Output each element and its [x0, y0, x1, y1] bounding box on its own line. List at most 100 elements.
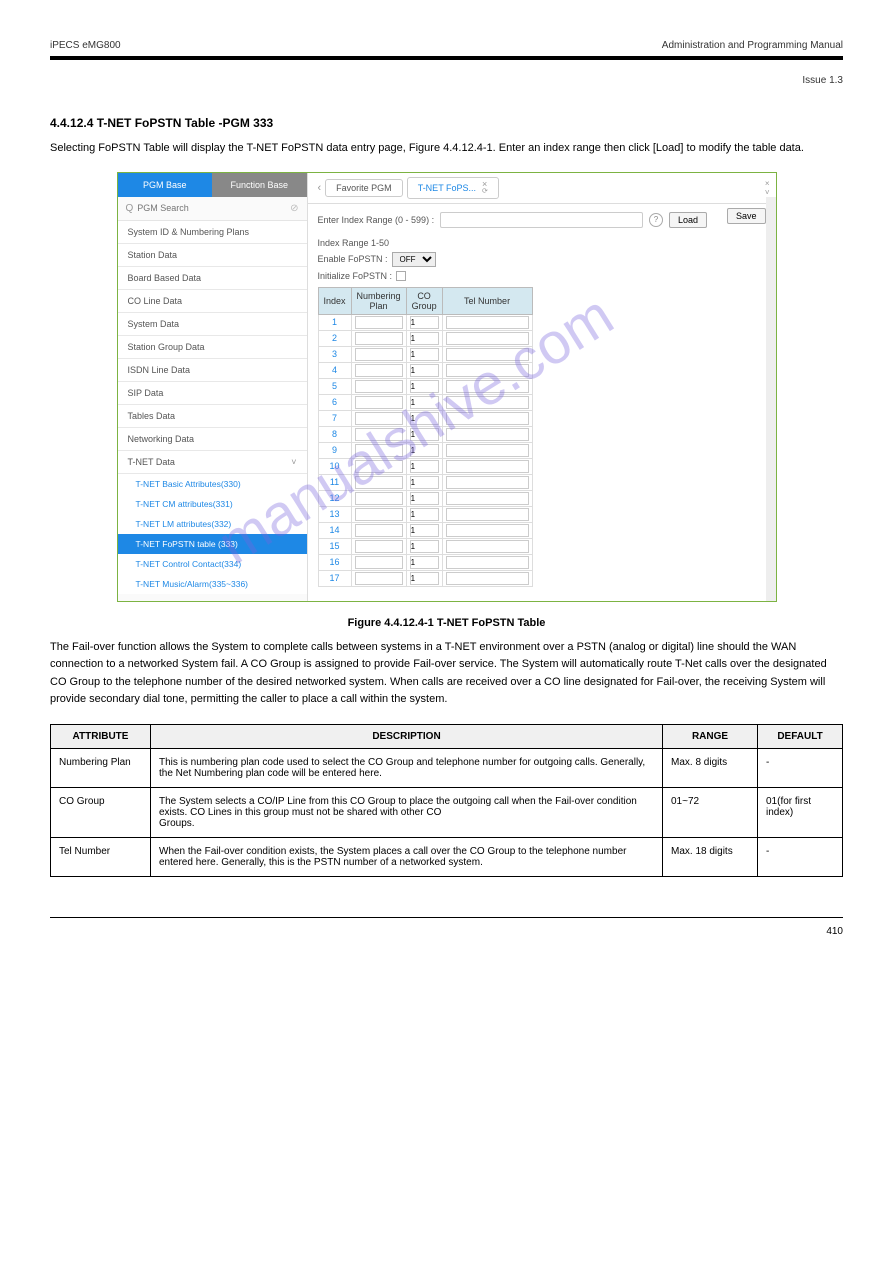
numbering-plan-input[interactable] — [355, 316, 403, 329]
sidebar-item-tnet[interactable]: T-NET Data — [118, 451, 307, 474]
numbering-plan-input[interactable] — [355, 524, 403, 537]
tel-number-input[interactable] — [446, 476, 529, 489]
numbering-plan-input[interactable] — [355, 412, 403, 425]
favorite-pgm-tab[interactable]: Favorite PGM — [325, 179, 403, 197]
co-group-input[interactable] — [410, 380, 439, 393]
co-group-input[interactable] — [410, 412, 439, 425]
numbering-plan-input[interactable] — [355, 556, 403, 569]
co-group-input[interactable] — [410, 460, 439, 473]
tab-function-base[interactable]: Function Base — [212, 173, 307, 197]
sidebar-item-coline[interactable]: CO Line Data — [118, 290, 307, 313]
help-icon[interactable]: ? — [649, 213, 663, 227]
chevron-left-icon[interactable]: ‹ — [314, 182, 326, 194]
close-icon[interactable]: ×⟳ — [482, 181, 488, 195]
tel-number-input[interactable] — [446, 348, 529, 361]
tel-number-input[interactable] — [446, 316, 529, 329]
tel-number-input[interactable] — [446, 332, 529, 345]
numbering-plan-input[interactable] — [355, 380, 403, 393]
co-group-input[interactable] — [410, 396, 439, 409]
tab-right-controls[interactable]: × ˅ — [765, 179, 770, 197]
sidebar-item-sysid[interactable]: System ID & Numbering Plans — [118, 221, 307, 244]
tel-number-input[interactable] — [446, 524, 529, 537]
row-index: 8 — [318, 426, 351, 442]
index-range-row: Enter Index Range (0 - 599) : ? Load — [308, 204, 717, 236]
numbering-plan-input[interactable] — [355, 428, 403, 441]
numbering-plan-input[interactable] — [355, 572, 403, 585]
tel-number-input[interactable] — [446, 412, 529, 425]
sidebar-item-isdn[interactable]: ISDN Line Data — [118, 359, 307, 382]
numbering-plan-input[interactable] — [355, 508, 403, 521]
co-group-input[interactable] — [410, 508, 439, 521]
row-index: 12 — [318, 490, 351, 506]
table-row: 2 — [318, 330, 532, 346]
tab-pgm-base[interactable]: PGM Base — [118, 173, 213, 197]
save-button[interactable]: Save — [727, 208, 766, 224]
init-fopstn-checkbox[interactable] — [396, 271, 406, 281]
numbering-plan-input[interactable] — [355, 444, 403, 457]
dropdown-icon[interactable]: ˅ — [765, 188, 770, 197]
numbering-plan-input[interactable] — [355, 396, 403, 409]
clear-icon[interactable]: ⊘ — [290, 203, 298, 214]
numbering-plan-input[interactable] — [355, 460, 403, 473]
tnet-fops-tab[interactable]: T-NET FoPS... ×⟳ — [407, 177, 499, 199]
co-group-input[interactable] — [410, 316, 439, 329]
co-group-input[interactable] — [410, 332, 439, 345]
tel-number-input[interactable] — [446, 428, 529, 441]
table-row: 10 — [318, 458, 532, 474]
sidebar-item-station[interactable]: Station Data — [118, 244, 307, 267]
index-range-input[interactable] — [440, 212, 643, 228]
numbering-plan-input[interactable] — [355, 348, 403, 361]
co-group-input[interactable] — [410, 556, 439, 569]
tnet-control[interactable]: T-NET Control Contact(334) — [118, 554, 307, 574]
sidebar-item-board[interactable]: Board Based Data — [118, 267, 307, 290]
sidebar-item-stationgroup[interactable]: Station Group Data — [118, 336, 307, 359]
table-row: 12 — [318, 490, 532, 506]
enable-fopstn-select[interactable]: OFF — [392, 252, 436, 267]
row-index: 4 — [318, 362, 351, 378]
tel-number-input[interactable] — [446, 460, 529, 473]
sidebar-item-networking[interactable]: Networking Data — [118, 428, 307, 451]
numbering-plan-input[interactable] — [355, 332, 403, 345]
co-group-input[interactable] — [410, 428, 439, 441]
table-row: 17 — [318, 570, 532, 586]
load-button[interactable]: Load — [669, 212, 707, 228]
scrollbar[interactable] — [766, 197, 776, 601]
tel-number-input[interactable] — [446, 364, 529, 377]
tel-number-input[interactable] — [446, 540, 529, 553]
co-group-input[interactable] — [410, 348, 439, 361]
numbering-plan-input[interactable] — [355, 492, 403, 505]
search-input[interactable] — [137, 203, 290, 213]
tel-number-input[interactable] — [446, 572, 529, 585]
tnet-lm[interactable]: T-NET LM attributes(332) — [118, 514, 307, 534]
co-group-input[interactable] — [410, 524, 439, 537]
tel-number-input[interactable] — [446, 380, 529, 393]
sidebar-item-sip[interactable]: SIP Data — [118, 382, 307, 405]
row-index: 17 — [318, 570, 351, 586]
co-group-input[interactable] — [410, 540, 439, 553]
row-index: 14 — [318, 522, 351, 538]
sidebar-item-tables[interactable]: Tables Data — [118, 405, 307, 428]
tel-number-input[interactable] — [446, 396, 529, 409]
row-index: 7 — [318, 410, 351, 426]
tnet-fopstn[interactable]: T-NET FoPSTN table (333) — [118, 534, 307, 554]
sidebar-item-sysdata[interactable]: System Data — [118, 313, 307, 336]
numbering-plan-input[interactable] — [355, 476, 403, 489]
numbering-plan-input[interactable] — [355, 364, 403, 377]
tel-number-input[interactable] — [446, 556, 529, 569]
tel-number-input[interactable] — [446, 444, 529, 457]
tnet-music[interactable]: T-NET Music/Alarm(335~336) — [118, 574, 307, 594]
row-index: 3 — [318, 346, 351, 362]
close-all-icon[interactable]: × — [765, 179, 770, 188]
co-group-input[interactable] — [410, 572, 439, 585]
tnet-cm[interactable]: T-NET CM attributes(331) — [118, 494, 307, 514]
co-group-input[interactable] — [410, 364, 439, 377]
fopstn-table: Index Numbering Plan CO Group Tel Number… — [318, 287, 533, 587]
co-group-input[interactable] — [410, 444, 439, 457]
numbering-plan-input[interactable] — [355, 540, 403, 553]
co-group-input[interactable] — [410, 476, 439, 489]
tnet-basic[interactable]: T-NET Basic Attributes(330) — [118, 474, 307, 494]
tel-number-input[interactable] — [446, 492, 529, 505]
co-group-input[interactable] — [410, 492, 439, 505]
th-tel: Tel Number — [442, 287, 532, 314]
tel-number-input[interactable] — [446, 508, 529, 521]
